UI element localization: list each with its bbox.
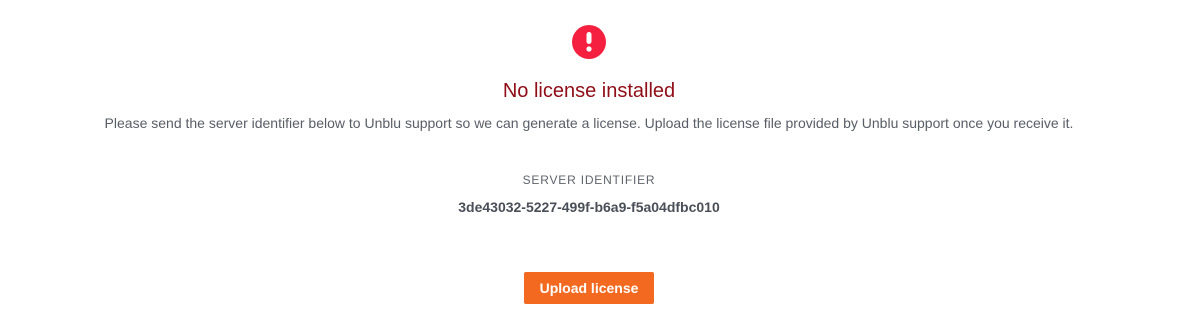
exclamation-circle-icon: [572, 25, 606, 59]
instruction-message: Please send the server identifier below …: [104, 115, 1074, 131]
license-panel: No license installed Please send the ser…: [0, 0, 1178, 335]
server-identifier-label: SERVER IDENTIFIER: [522, 173, 656, 187]
server-identifier-value: 3de43032-5227-499f-b6a9-f5a04dfbc010: [458, 199, 720, 215]
page-title: No license installed: [502, 80, 676, 102]
upload-license-button[interactable]: Upload license: [524, 272, 654, 304]
